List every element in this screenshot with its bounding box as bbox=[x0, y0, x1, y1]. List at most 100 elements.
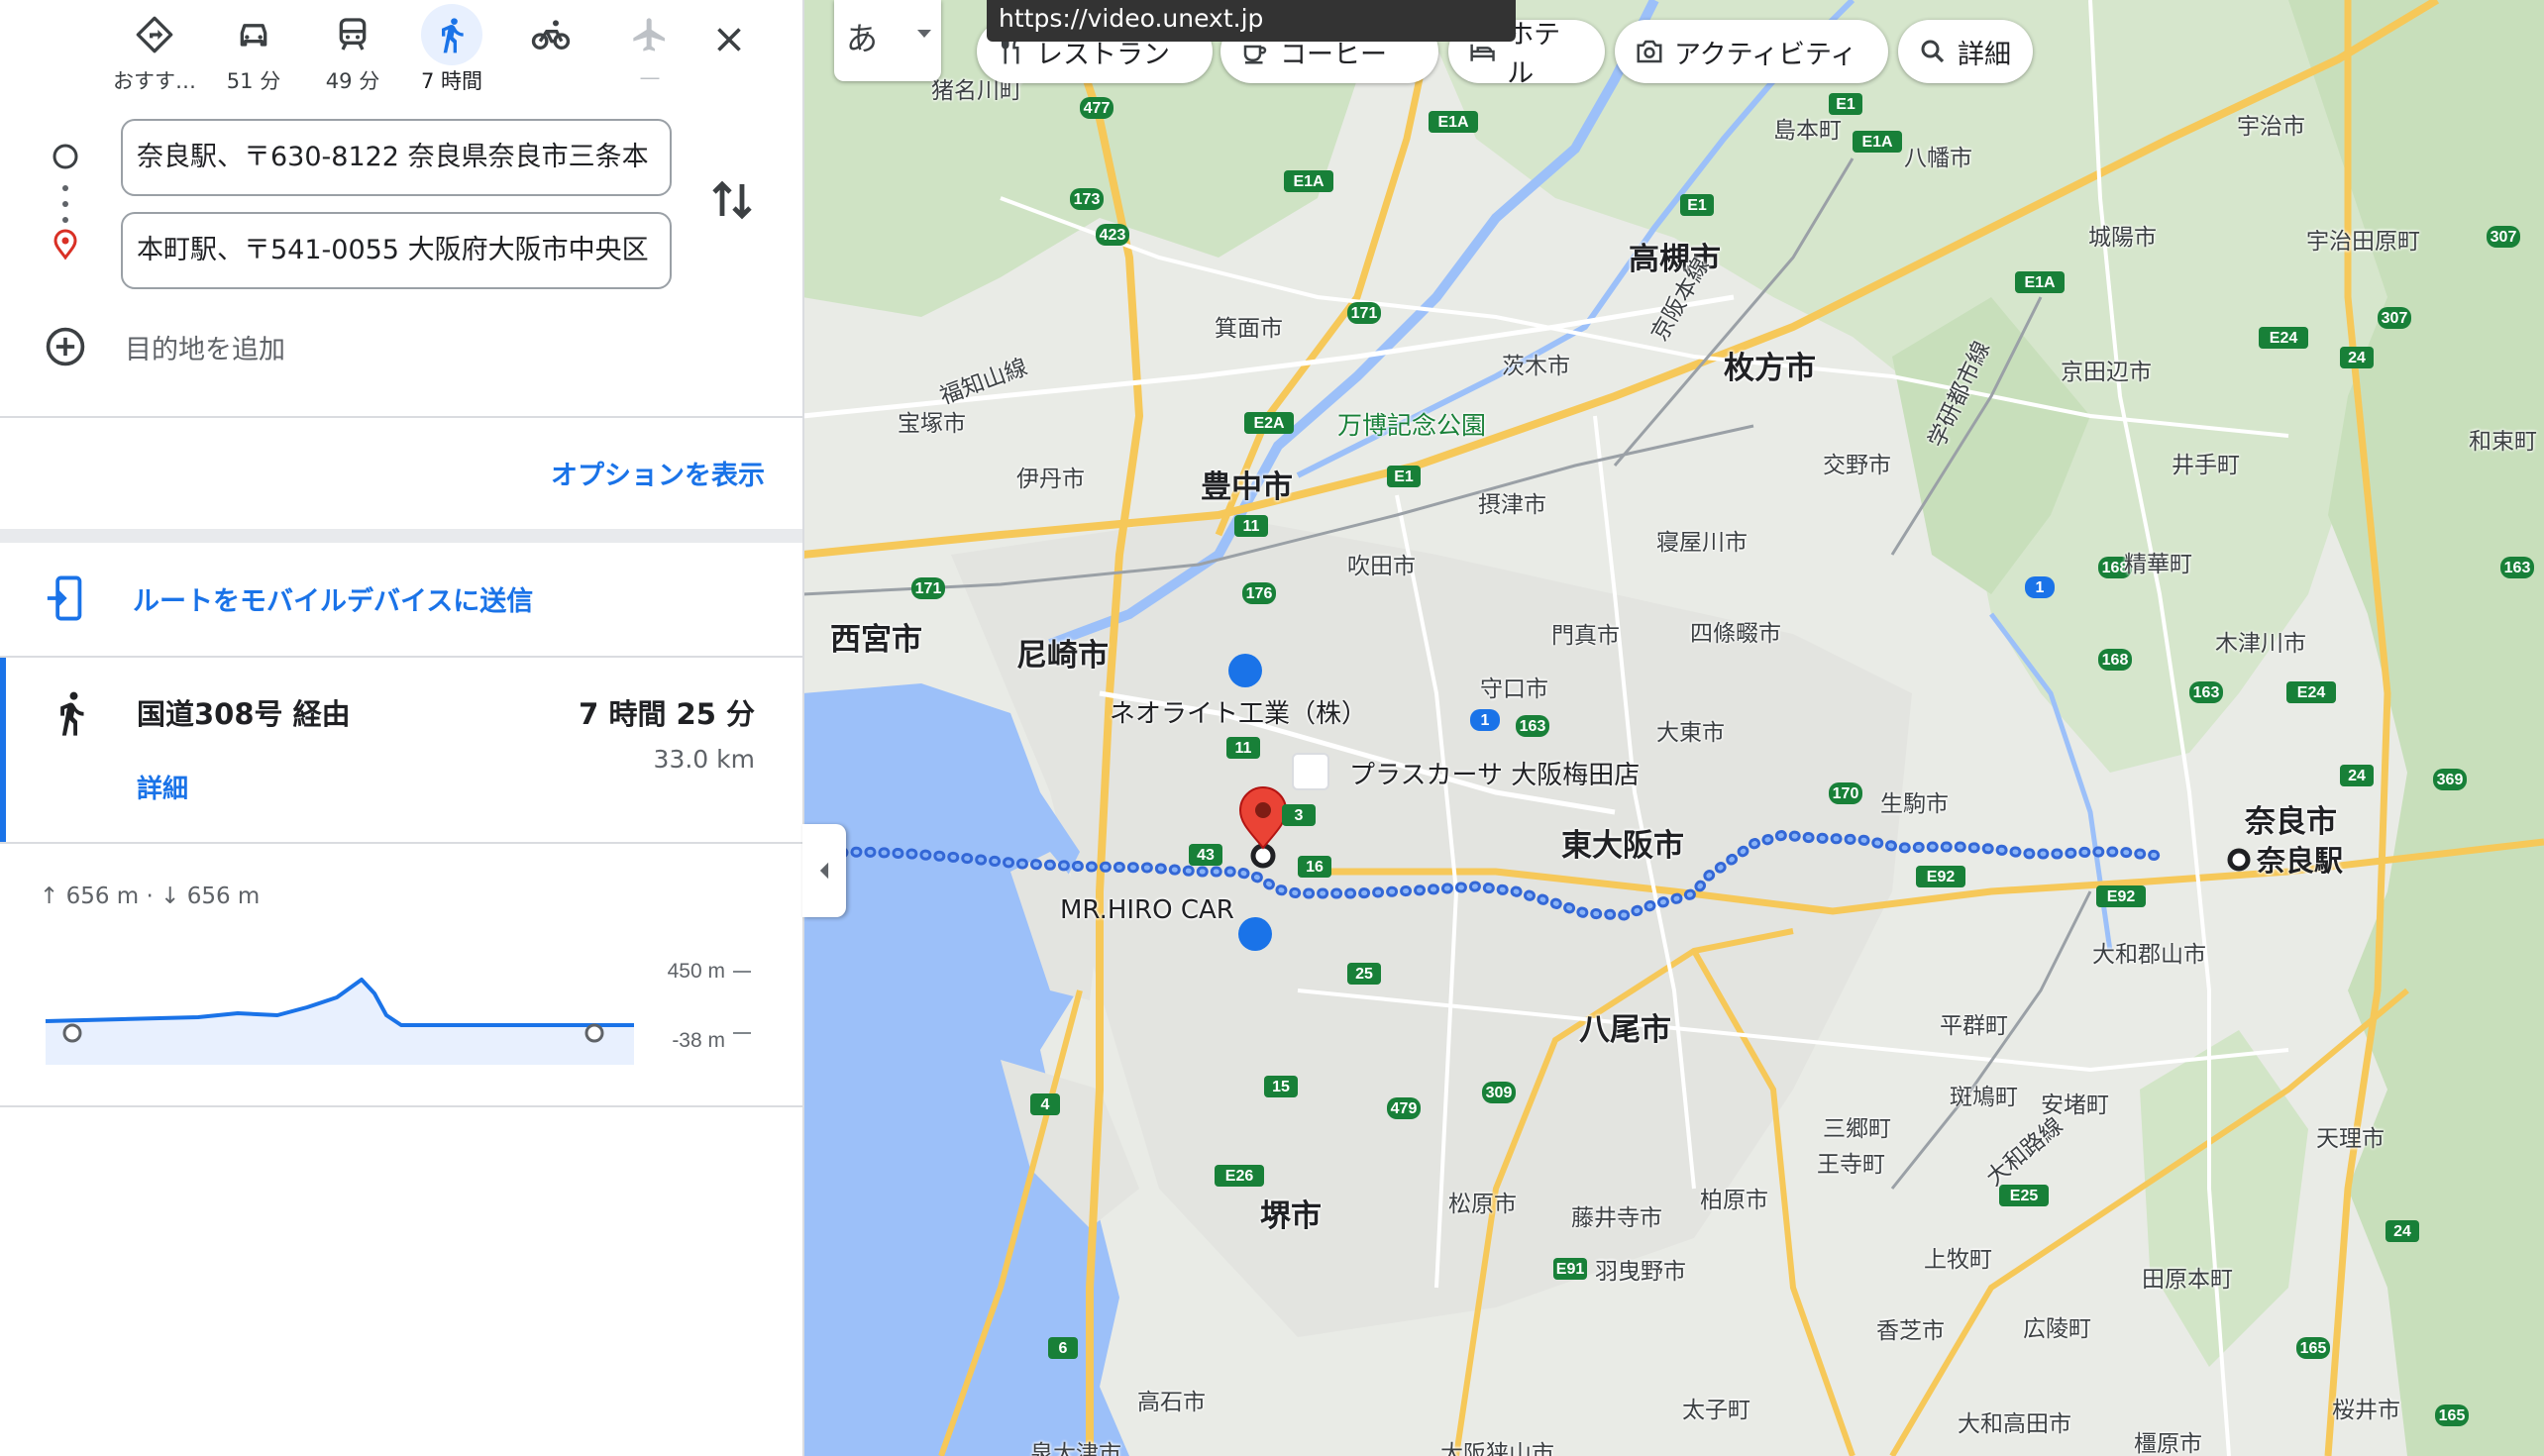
svg-text:423: 423 bbox=[1100, 227, 1126, 244]
elevation-end-point bbox=[584, 1023, 604, 1043]
map-label: 八幡市 bbox=[1904, 146, 1972, 171]
map-label: 島本町 bbox=[1773, 118, 1842, 144]
waypoint-connector bbox=[53, 144, 78, 260]
send-to-device-button[interactable]: ルートをモバイルデバイスに送信 bbox=[0, 567, 802, 630]
chip-activities[interactable]: アクティビティ bbox=[1615, 20, 1888, 83]
map-label: 桜井市 bbox=[2332, 1398, 2400, 1423]
mode-cycling[interactable] bbox=[501, 4, 600, 65]
map-label-nara-station[interactable]: 奈良駅 bbox=[2257, 838, 2343, 880]
map-label: 城陽市 bbox=[2088, 225, 2157, 251]
mode-transit[interactable]: 49 分 bbox=[303, 4, 402, 95]
origin-marker[interactable] bbox=[2227, 848, 2251, 872]
divider bbox=[0, 416, 802, 418]
mode-driving[interactable]: 51 分 bbox=[204, 4, 303, 95]
add-destination-button[interactable]: 目的地を追加 bbox=[44, 323, 539, 370]
route-option-card[interactable]: 国道308号 経由 7 時間 25 分 33.0 km 詳細 bbox=[0, 658, 802, 842]
map-label: 羽曳野市 bbox=[1595, 1259, 1686, 1285]
svg-text:E1A: E1A bbox=[1861, 134, 1893, 151]
map-label-nishinomiya: 西宮市 bbox=[830, 622, 922, 658]
map-label-amagasaki: 尼崎市 bbox=[1016, 638, 1109, 674]
swap-route-icon[interactable] bbox=[707, 172, 757, 228]
map-label-yao: 八尾市 bbox=[1579, 1012, 1671, 1048]
add-circle-icon bbox=[46, 327, 85, 366]
map-canvas[interactable]: 477 173 423 171 171 176 168 168 163 163 … bbox=[802, 0, 2544, 1456]
svg-text:477: 477 bbox=[1084, 100, 1111, 117]
close-directions-button[interactable] bbox=[699, 10, 759, 69]
elevation-start-point bbox=[62, 1023, 82, 1043]
mode-flight[interactable]: — bbox=[600, 4, 699, 89]
chip-more[interactable]: 詳細 bbox=[1898, 20, 2033, 83]
svg-text:307: 307 bbox=[2382, 310, 2408, 327]
map-label: 田原本町 bbox=[2142, 1267, 2233, 1293]
route-duration: 7 時間 25 分 bbox=[579, 697, 755, 731]
map-label: 精華町 bbox=[2124, 552, 2192, 577]
elevation-min-label: -38 m bbox=[672, 1029, 725, 1052]
send-to-phone-icon bbox=[47, 575, 82, 621]
svg-text:3: 3 bbox=[1295, 807, 1304, 824]
mode-walking[interactable]: 7 時間 bbox=[402, 4, 501, 95]
map-label: 木津川市 bbox=[2215, 631, 2306, 657]
map-label: 香芝市 bbox=[1876, 1318, 1945, 1344]
directions-panel: おすす… 51 分 49 分 7 時間 — 奈良駅、〒630-8122 奈良県奈… bbox=[0, 0, 804, 1456]
map-label: 宝塚市 bbox=[898, 411, 966, 437]
mode-recommended[interactable]: おすす… bbox=[105, 4, 204, 95]
svg-text:24: 24 bbox=[2348, 768, 2366, 784]
map-label: 井手町 bbox=[2172, 453, 2240, 478]
svg-text:E1: E1 bbox=[1687, 197, 1707, 214]
directions-icon bbox=[136, 16, 173, 53]
map-label: 生駒市 bbox=[1880, 791, 1949, 817]
svg-text:E25: E25 bbox=[2010, 1188, 2039, 1204]
store-logo-icon[interactable] bbox=[1292, 753, 1329, 790]
svg-text:307: 307 bbox=[2491, 229, 2517, 246]
destination-input[interactable]: 本町駅、〒541-0055 大阪府大阪市中央区 bbox=[121, 212, 672, 289]
map-label: 京田辺市 bbox=[2061, 360, 2152, 385]
map-label: 松原市 bbox=[1448, 1192, 1517, 1217]
map-label: 高石市 bbox=[1137, 1390, 1206, 1415]
travel-mode-bar: おすす… 51 分 49 分 7 時間 — bbox=[0, 0, 802, 99]
svg-text:173: 173 bbox=[1074, 191, 1101, 208]
elevation-max-label: 450 m bbox=[668, 960, 725, 983]
walk-icon bbox=[60, 691, 84, 736]
route-name: 国道308号 経由 bbox=[137, 697, 351, 731]
svg-text:11: 11 bbox=[1235, 740, 1252, 757]
svg-text:E1: E1 bbox=[1394, 468, 1414, 485]
svg-text:24: 24 bbox=[2393, 1223, 2411, 1240]
svg-text:6: 6 bbox=[1059, 1340, 1068, 1357]
route-details-link[interactable]: 詳細 bbox=[137, 769, 188, 805]
svg-text:25: 25 bbox=[1355, 966, 1373, 983]
divider bbox=[0, 1105, 802, 1107]
shopping-poi-icon[interactable] bbox=[1228, 654, 1262, 687]
map-label: 天理市 bbox=[2316, 1126, 2385, 1152]
svg-text:15: 15 bbox=[1272, 1079, 1290, 1095]
elevation-summary: ↑ 656 m · ↓ 656 m bbox=[40, 884, 261, 909]
caret-down-icon bbox=[917, 30, 931, 38]
map-label-nara-city: 奈良市 bbox=[2245, 804, 2337, 840]
svg-text:176: 176 bbox=[1246, 585, 1273, 602]
map-label-mrhiro[interactable]: MR.HIRO CAR bbox=[1060, 895, 1234, 925]
shopping-poi-icon[interactable] bbox=[1238, 917, 1272, 951]
svg-text:E1A: E1A bbox=[2024, 274, 2056, 291]
map-label-sakai: 堺市 bbox=[1260, 1198, 1322, 1234]
svg-text:E24: E24 bbox=[2270, 330, 2298, 347]
map-label: 吹田市 bbox=[1347, 554, 1416, 579]
map-label: 泉大津市 bbox=[1030, 1441, 1121, 1456]
map-label-plascasa[interactable]: プラスカーサ 大阪梅田店 bbox=[1349, 755, 1640, 791]
map-label: 摂津市 bbox=[1478, 492, 1546, 518]
map-label: 王寺町 bbox=[1817, 1152, 1885, 1178]
svg-text:171: 171 bbox=[1351, 305, 1378, 322]
map-label-neolite[interactable]: ネオライト工業（株） bbox=[1110, 693, 1367, 730]
show-options-link[interactable]: オプションを表示 bbox=[551, 454, 765, 492]
map-label: 大和高田市 bbox=[1958, 1411, 2071, 1437]
map-label: 大東市 bbox=[1656, 720, 1725, 746]
collapse-panel-button[interactable] bbox=[802, 824, 846, 917]
camera-icon bbox=[1637, 40, 1662, 63]
origin-input[interactable]: 奈良駅、〒630-8122 奈良県奈良市三条本 bbox=[121, 119, 672, 196]
map-label: 茨木市 bbox=[1502, 354, 1570, 379]
svg-text:E24: E24 bbox=[2297, 684, 2326, 701]
svg-text:24: 24 bbox=[2348, 350, 2366, 366]
map-label: 箕面市 bbox=[1215, 316, 1283, 342]
map-label-banpaku[interactable]: 万博記念公園 bbox=[1337, 406, 1486, 442]
language-toggle-button[interactable]: あ bbox=[834, 0, 941, 81]
map-label: 藤井寺市 bbox=[1571, 1205, 1662, 1231]
svg-text:E92: E92 bbox=[2107, 888, 2136, 905]
